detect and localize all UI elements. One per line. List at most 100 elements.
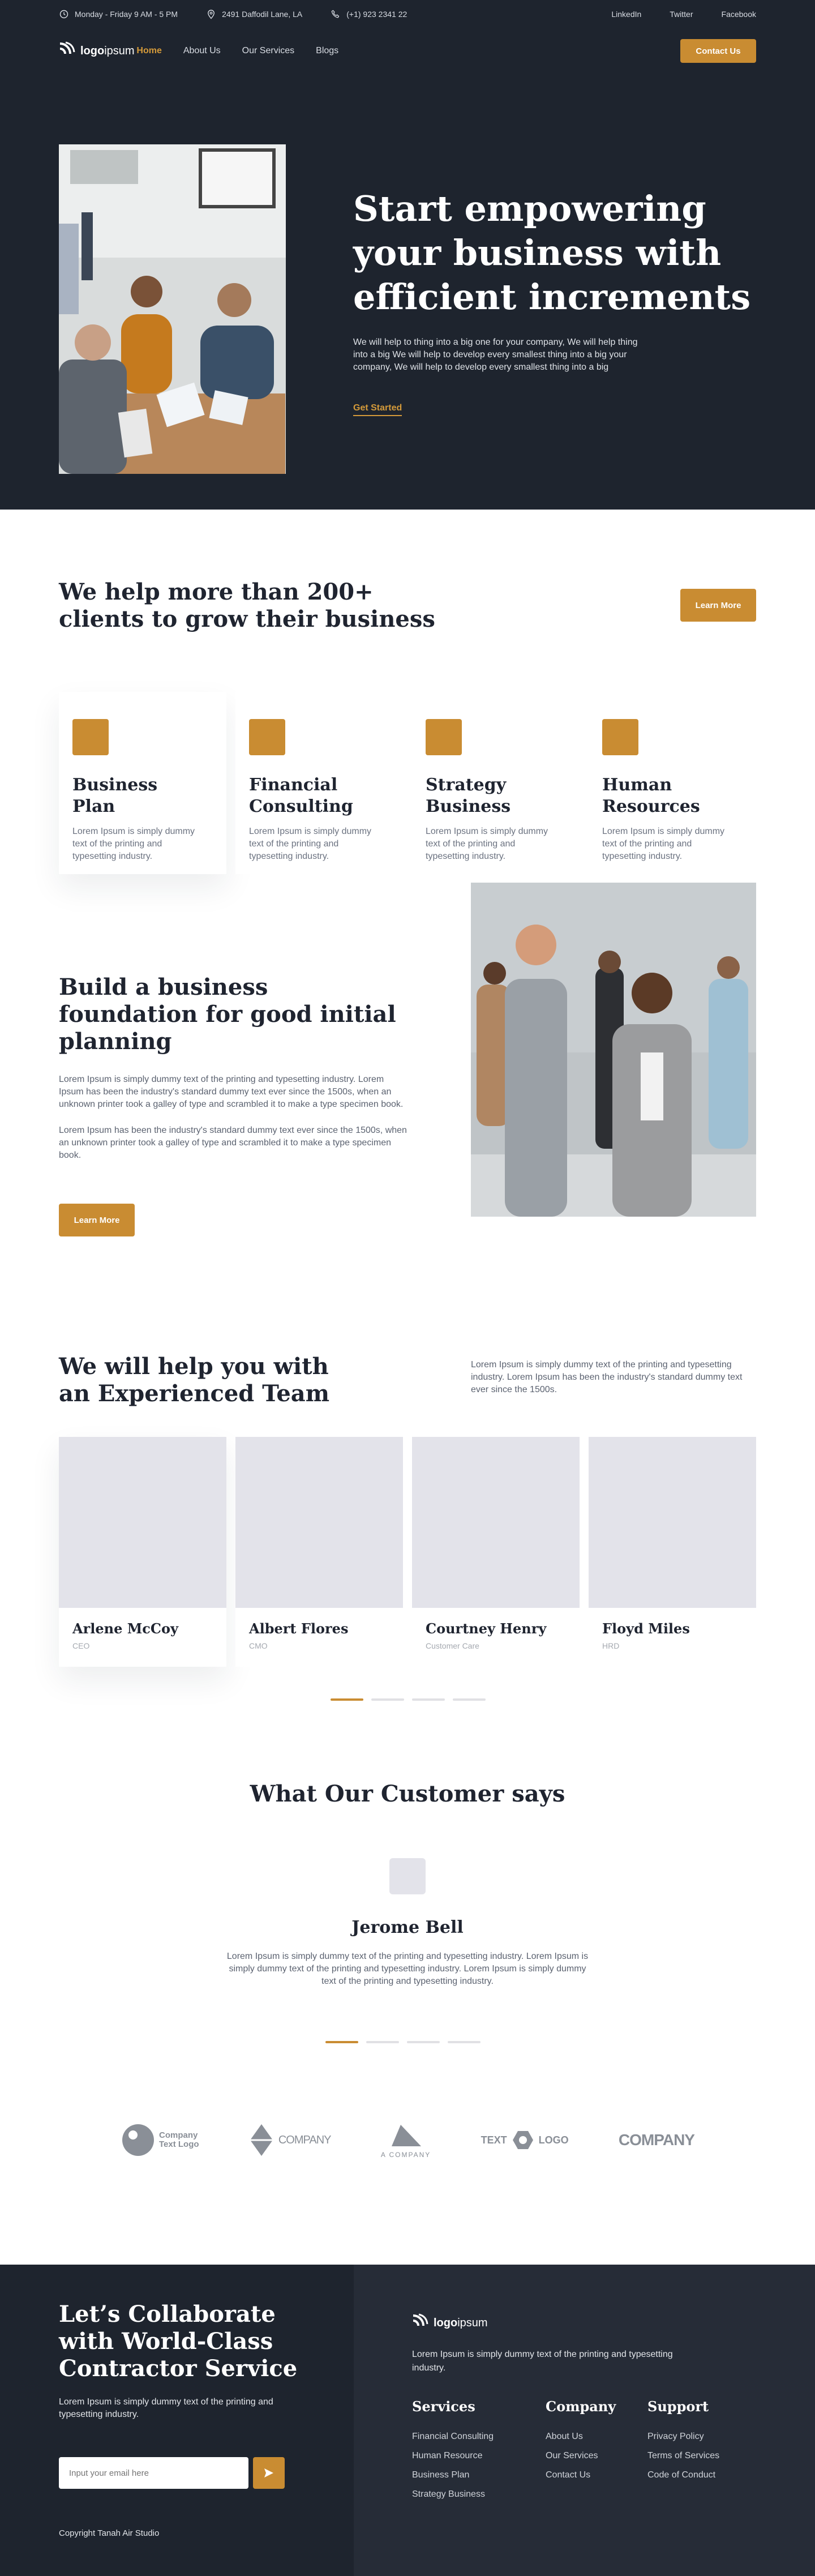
copyright: Copyright Tanah Air Studio: [59, 2528, 160, 2538]
partner-logo-5: COMPANY: [618, 2131, 695, 2149]
contact-us-button[interactable]: Contact Us: [680, 39, 756, 63]
team-section: We will help you with an Experienced Tea…: [0, 1353, 815, 1781]
footer-link[interactable]: Contact Us: [546, 2470, 616, 2480]
footer-column-title: Company: [546, 2398, 616, 2415]
team-member-role: HRD: [602, 1641, 620, 1650]
carousel-dot[interactable]: [448, 2041, 481, 2043]
carousel-dot[interactable]: [366, 2041, 399, 2043]
footer-link[interactable]: Human Resource: [412, 2451, 494, 2461]
team-member-card[interactable]: Arlene McCoy CEO: [59, 1437, 226, 1667]
partner-logo-text-2: LOGO: [538, 2134, 569, 2146]
service-card[interactable]: Financial Consulting Lorem Ipsum is simp…: [235, 692, 403, 874]
logo-text-light: ipsum: [104, 44, 135, 57]
partner-logo-4: TEXT LOGO: [481, 2129, 569, 2151]
service-card-title: Business Plan: [72, 775, 158, 816]
location-pin-icon: [206, 9, 216, 19]
carousel-dot[interactable]: [371, 1698, 404, 1701]
carousel-dot[interactable]: [407, 2041, 440, 2043]
service-card-text: Lorem Ipsum is simply dummy text of the …: [72, 827, 195, 861]
nav-item-our-services[interactable]: Our Services: [242, 46, 294, 56]
carousel-dot[interactable]: [453, 1698, 486, 1701]
nav-item-about-us[interactable]: About Us: [183, 46, 221, 56]
foundation-learn-more-button[interactable]: Learn More: [59, 1204, 135, 1236]
footer-link[interactable]: Our Services: [546, 2451, 616, 2461]
footer-logo[interactable]: logoipsum: [412, 2313, 488, 2333]
partner-logo-2: COMPANY: [249, 2123, 331, 2157]
phone[interactable]: (+1) 923 2341 22: [331, 9, 407, 19]
customer-avatar: [389, 1858, 426, 1894]
send-icon: [264, 2468, 273, 2477]
circle-logo-icon: [122, 2124, 154, 2156]
team-member-card[interactable]: Floyd Miles HRD: [589, 1437, 756, 1667]
service-card-title: Financial Consulting: [249, 775, 353, 816]
team-member-card[interactable]: Courtney Henry Customer Care: [412, 1437, 580, 1667]
service-card[interactable]: Human Resources Lorem Ipsum is simply du…: [589, 692, 756, 874]
service-icon: [249, 719, 285, 755]
nav-item-blogs[interactable]: Blogs: [316, 46, 338, 56]
services-section: We help more than 200+ clients to grow t…: [0, 510, 815, 928]
testimonials-title: What Our Customer says: [250, 1781, 565, 1807]
footer-link[interactable]: Privacy Policy: [647, 2432, 719, 2442]
get-started-link[interactable]: Get Started: [353, 403, 402, 416]
twitter-link[interactable]: Twitter: [670, 10, 693, 19]
team-member-card[interactable]: Albert Flores CMO: [235, 1437, 403, 1667]
footer-link[interactable]: Code of Conduct: [647, 2470, 719, 2480]
team-member-role: CMO: [249, 1641, 268, 1650]
carousel-dot-active[interactable]: [325, 2041, 358, 2043]
team-member-name: Courtney Henry: [426, 1620, 547, 1637]
logo-mark-icon: [412, 2313, 429, 2333]
partner-logos: Company Text Logo COMPANY A COMPANY TEXT…: [0, 2120, 815, 2265]
testimonial-carousel-dots: [325, 2041, 481, 2043]
service-card-title: Human Resources: [602, 775, 700, 816]
service-card[interactable]: Strategy Business Lorem Ipsum is simply …: [412, 692, 580, 874]
send-button[interactable]: [253, 2457, 285, 2489]
partner-logo-text: Company: [159, 2130, 198, 2140]
email-input[interactable]: [59, 2457, 248, 2489]
top-info-bar: Monday - Friday 9 AM - 5 PM 2491 Daffodi…: [0, 0, 815, 28]
footer-link[interactable]: Terms of Services: [647, 2451, 719, 2461]
learn-more-button[interactable]: Learn More: [680, 589, 756, 622]
footer-link[interactable]: Strategy Business: [412, 2489, 494, 2500]
team-member-photo: [235, 1437, 403, 1608]
service-card-title: Strategy Business: [426, 775, 511, 816]
carousel-dot[interactable]: [412, 1698, 445, 1701]
logo-mark-icon: [59, 41, 76, 61]
logo-text-bold: logo: [80, 44, 105, 57]
diamond-logo-icon: [250, 2124, 273, 2156]
service-card-text: Lorem Ipsum is simply dummy text of the …: [602, 827, 725, 861]
logo-text-light: ipsum: [457, 2316, 488, 2329]
business-hours: Monday - Friday 9 AM - 5 PM: [59, 9, 178, 19]
team-member-role: CEO: [72, 1641, 90, 1650]
footer-link[interactable]: Financial Consulting: [412, 2432, 494, 2442]
footer-text: Lorem Ipsum is simply dummy text of the …: [59, 2397, 273, 2419]
team-member-name: Albert Flores: [249, 1620, 349, 1637]
team-member-photo: [412, 1437, 580, 1608]
site-logo[interactable]: logoipsum: [59, 41, 135, 61]
partner-logo-text: TEXT: [481, 2134, 507, 2146]
services-title: We help more than 200+ clients to grow t…: [59, 579, 435, 632]
footer-column-title: Support: [647, 2398, 709, 2415]
facebook-link[interactable]: Facebook: [722, 10, 756, 19]
footer-link[interactable]: About Us: [546, 2432, 616, 2442]
service-card[interactable]: Business Plan Lorem Ipsum is simply dumm…: [59, 692, 226, 874]
foundation-paragraph-1: Lorem Ipsum is simply dummy text of the …: [59, 1075, 404, 1109]
service-card-text: Lorem Ipsum is simply dummy text of the …: [249, 827, 372, 861]
partner-logo-3: A COMPANY: [381, 2121, 431, 2159]
hero-office-photo: [59, 144, 286, 474]
partner-logo-text: COMPANY: [278, 2133, 332, 2146]
phone-icon: [331, 9, 341, 19]
service-icon: [426, 719, 462, 755]
foundation-paragraph-2: Lorem Ipsum has been the industry's stan…: [59, 1126, 407, 1160]
hero-description: We will help to thing into a big one for…: [353, 337, 638, 372]
nav-item-home[interactable]: Home: [136, 46, 161, 56]
team-member-name: Floyd Miles: [602, 1620, 690, 1637]
team-member-role: Customer Care: [426, 1641, 479, 1650]
carousel-dot-active[interactable]: [331, 1698, 363, 1701]
footer-support-column: Support Privacy Policy Terms of Services…: [647, 2398, 719, 2489]
hero-section: logoipsum Home About Us Our Services Blo…: [0, 28, 815, 510]
partner-logo-text: COMPANY: [618, 2131, 695, 2149]
footer-link[interactable]: Business Plan: [412, 2470, 494, 2480]
team-carousel-dots: [331, 1698, 486, 1701]
triangle-logo-icon: [392, 2125, 422, 2146]
linkedin-link[interactable]: LinkedIn: [611, 10, 641, 19]
